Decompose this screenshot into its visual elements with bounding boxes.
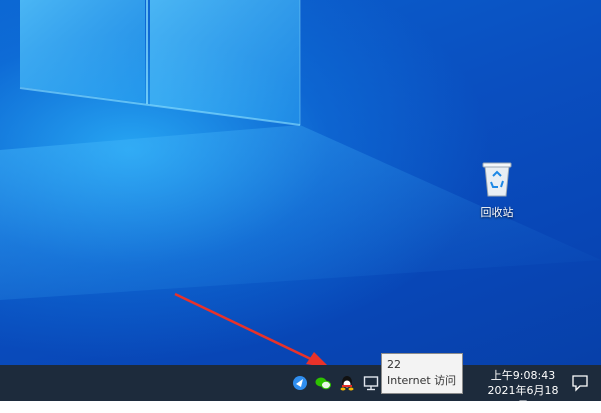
desktop-icon-label: 回收站 — [480, 206, 514, 219]
qq-icon[interactable] — [339, 375, 355, 391]
network-icon[interactable] — [363, 375, 379, 391]
taskbar-clock[interactable]: 上午9:08:43 2021年6月18日 — [483, 368, 563, 413]
tooltip-network-name: 22 — [387, 358, 401, 371]
clock-date: 2021年6月18日 — [487, 384, 559, 412]
tooltip-network-status: Internet 访问 — [387, 374, 457, 387]
action-center-icon[interactable] — [571, 374, 589, 392]
feishu-icon[interactable] — [292, 375, 308, 391]
network-tooltip: 22 Internet 访问 — [381, 353, 463, 394]
recycle-bin-icon — [482, 162, 512, 197]
clock-time: 上午9:08:43 — [490, 369, 556, 382]
desktop-wallpaper: 回收站 — [0, 0, 601, 365]
taskbar: 上午9:08:43 2021年6月18日 — [0, 365, 601, 412]
wechat-icon[interactable] — [315, 375, 331, 391]
desktop-icon-recycle-bin[interactable]: 回收站 — [472, 160, 522, 220]
